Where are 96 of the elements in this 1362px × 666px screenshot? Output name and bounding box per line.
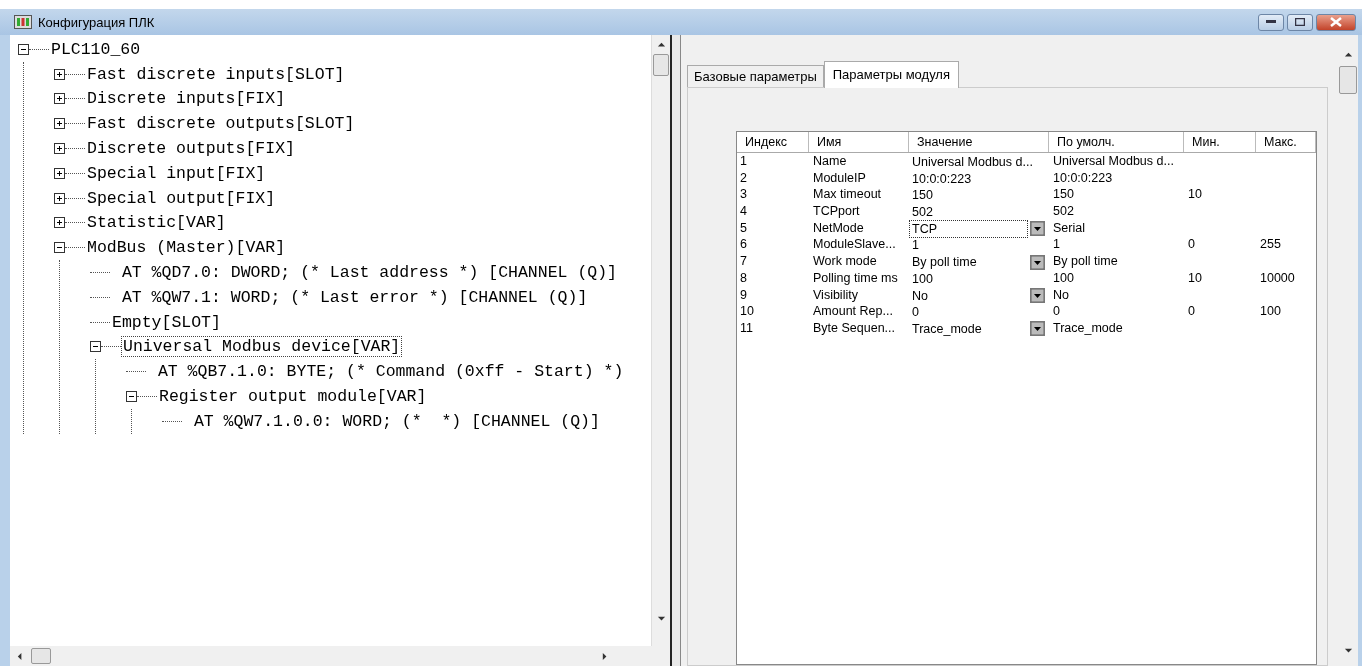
table-cell: 0 bbox=[1053, 304, 1060, 319]
collapse-icon[interactable] bbox=[54, 242, 65, 254]
table-cell: ModuleIP bbox=[813, 170, 866, 185]
table-cell: 11 bbox=[740, 320, 753, 335]
tree-item[interactable]: Special input[FIX] bbox=[85, 162, 268, 184]
tree-item[interactable]: Fast discrete inputs[SLOT] bbox=[85, 63, 347, 85]
pane-splitter[interactable] bbox=[670, 35, 681, 666]
table-cell: 9 bbox=[740, 287, 747, 302]
scrollbar-thumb[interactable] bbox=[653, 54, 669, 76]
table-cell: Visibility bbox=[813, 287, 858, 302]
tab[interactable]: Параметры модуля bbox=[823, 61, 959, 88]
table-cell: No bbox=[1053, 287, 1069, 302]
table-cell-text: 100 bbox=[911, 270, 934, 288]
dropdown-arrow-icon[interactable] bbox=[1030, 288, 1045, 303]
maximize-icon bbox=[1295, 18, 1305, 26]
tree-item[interactable]: Fast discrete outputs[SLOT] bbox=[85, 113, 357, 135]
scrollbar-thumb[interactable] bbox=[31, 648, 51, 664]
table-cell-text: 10:0:0:223 bbox=[911, 170, 973, 188]
expand-icon[interactable] bbox=[54, 217, 65, 229]
table-cell: 100 bbox=[1053, 270, 1074, 285]
tree-item[interactable]: ModBus (Master)[VAR] bbox=[85, 237, 288, 259]
table-cell: 4 bbox=[740, 204, 747, 219]
minimize-icon bbox=[1266, 20, 1276, 24]
dropdown-value[interactable]: By poll time bbox=[909, 253, 1028, 272]
table-cell: 8 bbox=[740, 270, 747, 285]
dropdown-arrow-icon[interactable] bbox=[1030, 321, 1045, 337]
tree-item[interactable]: PLC110_60 bbox=[49, 38, 143, 60]
tree-item[interactable]: Empty[SLOT] bbox=[110, 311, 223, 333]
table-cell-text: Universal Modbus d... bbox=[911, 154, 1034, 171]
dropdown-arrow-icon[interactable] bbox=[1030, 254, 1045, 270]
table-cell: 502 bbox=[1053, 204, 1074, 219]
tree-item[interactable]: AT %QW7.1.0.0: WORD; (* *) [CHANNEL (Q)] bbox=[182, 410, 602, 432]
expand-icon[interactable] bbox=[54, 118, 65, 130]
table-cell: By poll time bbox=[1053, 254, 1118, 269]
table-cell: 10000 bbox=[1260, 270, 1295, 285]
table-cell: 5 bbox=[740, 220, 747, 235]
expand-icon[interactable] bbox=[54, 192, 65, 204]
table-cell: Universal Modbus d... bbox=[1053, 154, 1174, 168]
close-icon bbox=[1330, 17, 1342, 27]
dropdown-value[interactable]: No bbox=[909, 286, 1028, 305]
expand-icon[interactable] bbox=[54, 143, 65, 155]
table-cell-text: 0 bbox=[911, 304, 920, 322]
tree-item[interactable]: Statistic[VAR] bbox=[85, 212, 228, 234]
maximize-button[interactable] bbox=[1287, 13, 1313, 31]
tree-item[interactable]: AT %QD7.0: DWORD; (* Last address *) [CHANNEL (Q)] bbox=[110, 262, 619, 284]
table-cell-text: 502 bbox=[911, 204, 934, 222]
tab[interactable]: Базовые параметры bbox=[687, 65, 824, 87]
table-cell-text: 1 bbox=[911, 237, 920, 255]
table-cell: 1 bbox=[1053, 237, 1060, 252]
tree-item[interactable]: AT %QB7.1.0: BYTE; (* Command (0xff - Start) *) bbox=[146, 361, 626, 383]
table-cell: 150 bbox=[1053, 187, 1074, 202]
scrollbar-thumb[interactable] bbox=[1339, 66, 1357, 94]
table-cell: NetMode bbox=[813, 220, 864, 235]
expand-icon[interactable] bbox=[54, 167, 65, 179]
table-cell: 10:0:0:223 bbox=[1053, 170, 1113, 185]
table-cell: 255 bbox=[1260, 237, 1281, 252]
dropdown-arrow-icon[interactable] bbox=[1030, 221, 1045, 237]
expand-icon[interactable] bbox=[54, 93, 65, 105]
tree-item[interactable]: Discrete inputs[FIX] bbox=[85, 88, 288, 110]
dropdown-value[interactable]: Trace_mode bbox=[909, 319, 1028, 338]
table-cell: 7 bbox=[740, 254, 747, 269]
tree-item[interactable]: Special output[FIX] bbox=[85, 187, 278, 209]
table-cell: Byte Sequen... bbox=[813, 320, 895, 335]
table-cell: 1 bbox=[740, 154, 747, 168]
table-cell: 0 bbox=[1188, 304, 1195, 319]
table-cell: Name bbox=[813, 154, 847, 168]
table-cell: TCPport bbox=[813, 204, 860, 219]
table-cell: 10 bbox=[1188, 270, 1202, 285]
collapse-icon[interactable] bbox=[126, 391, 137, 403]
minimize-button[interactable] bbox=[1258, 13, 1284, 31]
tree-item[interactable]: AT %QW7.1: WORD; (* Last error *) [CHANNEL (Q)] bbox=[110, 286, 590, 308]
tree-item[interactable]: Discrete outputs[FIX] bbox=[85, 138, 297, 160]
table-cell: 10 bbox=[740, 304, 754, 319]
table-cell: Serial bbox=[1053, 220, 1085, 235]
table-cell: Work mode bbox=[813, 254, 877, 269]
collapse-icon[interactable] bbox=[90, 341, 101, 353]
table-cell: Max timeout bbox=[813, 187, 882, 202]
table-cell: Trace_mode bbox=[1053, 320, 1123, 335]
tree-item[interactable]: Universal Modbus device[VAR] bbox=[121, 336, 403, 358]
window-title: Конфигурация ПЛК bbox=[38, 14, 156, 30]
table-cell: Polling time ms bbox=[813, 270, 898, 285]
table-cell: 0 bbox=[1188, 237, 1195, 252]
dropdown-value[interactable]: TCP bbox=[909, 219, 1028, 238]
expand-icon[interactable] bbox=[54, 68, 65, 80]
table-cell: 3 bbox=[740, 187, 747, 202]
table-cell: 100 bbox=[1260, 304, 1281, 319]
app-icon bbox=[14, 15, 32, 29]
table-cell: 2 bbox=[740, 170, 747, 185]
table-cell: 6 bbox=[740, 237, 747, 252]
table-cell: Amount Rep... bbox=[813, 304, 893, 319]
close-button[interactable] bbox=[1316, 13, 1356, 31]
collapse-icon[interactable] bbox=[18, 43, 29, 55]
table-cell-text: 150 bbox=[911, 187, 934, 205]
tree-item[interactable]: Register output module[VAR] bbox=[157, 386, 429, 408]
table-cell: 10 bbox=[1188, 187, 1202, 202]
table-cell: ModuleSlave... bbox=[813, 237, 896, 252]
